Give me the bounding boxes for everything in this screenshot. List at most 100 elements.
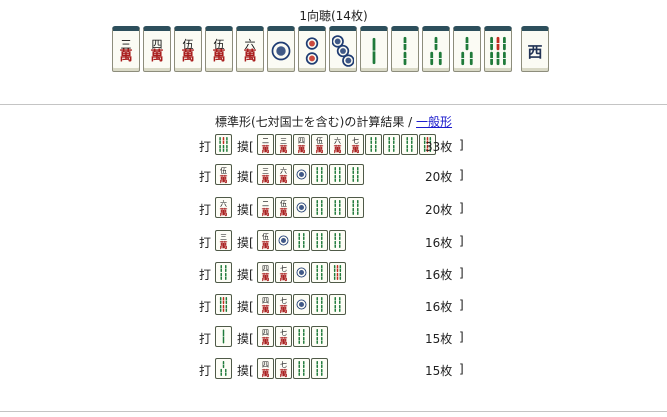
- tile-man-character: 萬: [297, 143, 306, 154]
- tile-man-character: 萬: [261, 173, 270, 184]
- draw-tile-sou-5: [329, 262, 346, 283]
- tile-man-number: 伍: [182, 37, 194, 51]
- discard-tile-sou-5[interactable]: [215, 294, 232, 315]
- acceptance-count: 16枚: [425, 236, 453, 250]
- result-row: 打摸[二萬三萬四萬伍萬六萬七萬 33枚]: [199, 134, 469, 156]
- draw-tile-man-5: 伍萬: [311, 134, 328, 155]
- draw-tile-man-5: 伍萬: [257, 230, 274, 251]
- sou-bamboo-icon: [316, 328, 323, 345]
- draw-tile-pin-1: [293, 294, 310, 315]
- tile-sou-3[interactable]: [453, 26, 481, 72]
- discard-label: 打: [199, 332, 212, 346]
- discard-label: 打: [199, 364, 212, 378]
- sou-bamboo-icon: [490, 36, 506, 66]
- draw-tiles: 三萬六萬: [257, 164, 365, 185]
- draw-tiles: 四萬七萬: [257, 262, 347, 283]
- discard-tile-man-6[interactable]: 六萬: [215, 197, 232, 218]
- close-bracket: ]: [459, 201, 464, 215]
- discard-tile-sou-3[interactable]: [215, 358, 232, 379]
- results-heading-text: 標準形(七対国士を含む)の計算結果 /: [214, 115, 417, 129]
- pin-dots-icon: [296, 267, 307, 278]
- tile-man-character: 萬: [279, 367, 288, 378]
- close-bracket: ]: [459, 168, 464, 182]
- tile-pin-1[interactable]: [267, 26, 295, 72]
- tile-man-5[interactable]: 伍萬: [174, 26, 202, 72]
- tile-sou-3[interactable]: [422, 26, 450, 72]
- tile-honor-west[interactable]: 西: [521, 26, 549, 72]
- tile-man-5[interactable]: 伍萬: [205, 26, 233, 72]
- draw-tile-man-4: 四萬: [293, 134, 310, 155]
- sou-bamboo-icon: [403, 36, 407, 66]
- tile-sou-2[interactable]: [391, 26, 419, 72]
- draw-tile-man-3: 三萬: [257, 164, 274, 185]
- close-bracket: ]: [459, 330, 464, 344]
- draw-tile-man-6: 六萬: [329, 134, 346, 155]
- draw-tile-sou-4: [311, 164, 328, 185]
- sou-bamboo-icon: [333, 264, 342, 281]
- tile-pin-2[interactable]: [298, 26, 326, 72]
- draw-tile-sou-4: [311, 294, 328, 315]
- divider: [0, 104, 667, 105]
- draw-tiles: 二萬伍萬: [257, 197, 365, 218]
- tile-man-character: 萬: [243, 48, 257, 64]
- tile-man-character: 萬: [261, 335, 270, 346]
- sou-bamboo-icon: [430, 36, 442, 66]
- draw-label: 摸[: [237, 300, 254, 314]
- tile-man-character: 萬: [261, 206, 270, 217]
- tile-man-6[interactable]: 六萬: [236, 26, 264, 72]
- tile-man-3[interactable]: 三萬: [112, 26, 140, 72]
- result-row: 打 摸[四萬七萬 15枚]: [199, 358, 469, 380]
- result-row: 打 摸[四萬七萬 16枚]: [199, 294, 469, 316]
- draw-tile-sou-4: [293, 326, 310, 347]
- tile-man-character: 萬: [261, 271, 270, 282]
- tile-man-character: 萬: [261, 143, 270, 154]
- tile-man-character: 萬: [219, 206, 228, 217]
- sou-bamboo-icon: [316, 166, 323, 183]
- draw-tile-sou-4: [401, 134, 418, 155]
- draw-label: 摸[: [237, 364, 254, 378]
- tile-sou-1[interactable]: [360, 26, 388, 72]
- discard-label: 打: [199, 300, 212, 314]
- discard-tile-sou-1[interactable]: [215, 326, 232, 347]
- tile-honor-label: 西: [527, 42, 543, 61]
- draw-tiles: 四萬七萬: [257, 326, 329, 347]
- discard-tile-man-3[interactable]: 三萬: [215, 230, 232, 251]
- tile-sou-7[interactable]: [484, 26, 512, 72]
- draw-label: 摸[: [237, 268, 254, 282]
- draw-label: 摸[: [237, 203, 254, 217]
- sou-bamboo-icon: [316, 232, 323, 249]
- tile-man-number: 六: [244, 37, 256, 51]
- result-row: 打六萬摸[二萬伍萬 20枚]: [199, 197, 469, 219]
- tile-man-4[interactable]: 四萬: [143, 26, 171, 72]
- acceptance-count: 15枚: [425, 364, 453, 378]
- results-heading: 標準形(七対国士を含む)の計算結果 / 一般形: [0, 113, 667, 130]
- discard-tile-man-5[interactable]: 伍萬: [215, 164, 232, 185]
- close-bracket: ]: [459, 362, 464, 376]
- draw-tile-sou-4: [329, 294, 346, 315]
- sou-bamboo-icon: [334, 232, 341, 249]
- discard-tile-sou-7[interactable]: [215, 134, 232, 155]
- pin-dots-icon: [271, 41, 291, 61]
- tile-pin-3[interactable]: [329, 26, 357, 72]
- close-bracket: ]: [459, 266, 464, 280]
- sou-bamboo-icon: [219, 136, 228, 153]
- sou-bamboo-icon: [334, 166, 341, 183]
- draw-tile-man-4: 四萬: [257, 294, 274, 315]
- draw-tile-sou-4: [311, 230, 328, 251]
- general-form-link[interactable]: 一般形: [416, 115, 452, 129]
- draw-tile-man-4: 四萬: [257, 358, 274, 379]
- sou-bamboo-icon: [316, 360, 323, 377]
- sou-bamboo-icon: [298, 360, 305, 377]
- sou-bamboo-icon: [316, 264, 323, 281]
- discard-tile-sou-4[interactable]: [215, 262, 232, 283]
- discard-label: 打: [199, 203, 212, 217]
- draw-tile-sou-4: [311, 197, 328, 218]
- draw-tiles: 伍萬: [257, 230, 347, 251]
- sou-bamboo-icon: [219, 296, 228, 313]
- tile-man-character: 萬: [279, 335, 288, 346]
- result-row: 打伍萬摸[三萬六萬 20枚]: [199, 164, 469, 186]
- sou-bamboo-icon: [220, 360, 227, 377]
- pin-dots-icon: [296, 299, 307, 310]
- pin-dots-icon: [305, 37, 319, 65]
- tile-man-character: 萬: [279, 303, 288, 314]
